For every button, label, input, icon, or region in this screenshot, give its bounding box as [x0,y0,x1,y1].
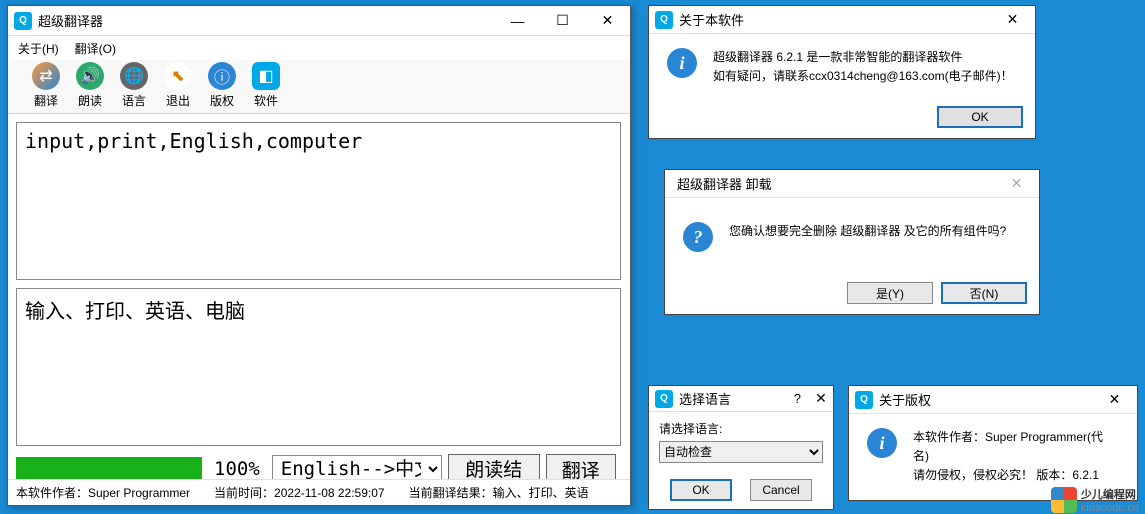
language-btn[interactable]: 🌐 语言 [112,62,156,113]
uninstall-close-button[interactable]: ✕ [994,169,1039,199]
about-app-icon [655,11,673,29]
software-btn[interactable]: ◧ 软件 [244,62,288,113]
software-btn-label: 软件 [254,92,278,109]
about-close-button[interactable]: ✕ [990,5,1035,35]
lang-app-icon [655,390,673,408]
uninstall-dialog: 超级翻译器 卸载 ✕ ? 您确认想要完全删除 超级翻译器 及它的所有组件吗? 是… [664,169,1040,315]
language-btn-label: 语言 [122,92,146,109]
language-select[interactable]: 自动检查 [659,441,823,463]
read-btn[interactable]: 🔊 朗读 [68,62,112,113]
about-dialog: 关于本软件 ✕ i 超级翻译器 6.2.1 是一款非常智能的翻译器软件 如有疑问… [648,5,1036,139]
output-textarea[interactable]: 输入、打印、英语、电脑 [16,288,621,446]
globe-icon: 🌐 [120,62,148,90]
translate-btn-label: 翻译 [34,92,58,109]
about-titlebar[interactable]: 关于本软件 ✕ [649,6,1035,34]
toolbar: ⇄ 翻译 🔊 朗读 🌐 语言 ⬉ 退出 ⓘ 版权 ◧ 软件 [8,60,630,114]
info-icon: i [867,428,897,458]
exit-icon: ⬉ [164,62,192,90]
copyright-line1: 本软件作者：Super Programmer(代名) [913,428,1119,466]
lang-titlebar[interactable]: 选择语言 ? ✕ [649,386,833,412]
lang-close-button[interactable]: ✕ [809,387,833,411]
statusbar: 本软件作者：Super Programmer 当前时间：2022-11-08 2… [8,479,630,505]
copyright-btn[interactable]: ⓘ 版权 [200,62,244,113]
close-button[interactable]: ✕ [585,6,630,36]
language-dialog: 选择语言 ? ✕ 请选择语言: 自动检查 OK Cancel [648,385,834,510]
maximize-button[interactable]: ☐ [540,6,585,36]
info-icon: i [667,48,697,78]
progress-percent: 100% [214,458,260,480]
status-result: 当前翻译结果：输入、打印、英语 [409,484,589,501]
app-icon [14,12,32,30]
menu-help[interactable]: 关于(H) [18,40,59,57]
question-icon: ? [683,222,713,252]
uninstall-title: 超级翻译器 卸载 [671,174,994,193]
translate-btn[interactable]: ⇄ 翻译 [24,62,68,113]
about-title: 关于本软件 [679,10,990,29]
app-title: 超级翻译器 [38,11,495,30]
status-author: 本软件作者：Super Programmer [16,484,190,501]
copyright-app-icon [855,391,873,409]
lang-label: 请选择语言: [659,420,823,437]
read-btn-label: 朗读 [78,92,102,109]
copyright-close-button[interactable]: ✕ [1092,385,1137,415]
copyright-dialog: 关于版权 ✕ i 本软件作者：Super Programmer(代名) 请勿侵权… [848,385,1138,501]
menubar: 关于(H) 翻译(O) [8,36,630,60]
about-line1: 超级翻译器 6.2.1 是一款非常智能的翻译器软件 [713,48,1013,67]
lang-title: 选择语言 [679,389,794,408]
translate-icon: ⇄ [32,62,60,90]
menu-translate[interactable]: 翻译(O) [75,40,116,57]
main-titlebar[interactable]: 超级翻译器 — ☐ ✕ [8,6,630,36]
uninstall-yes-button[interactable]: 是(Y) [847,282,933,304]
lang-cancel-button[interactable]: Cancel [750,479,812,501]
copyright-btn-label: 版权 [210,92,234,109]
input-textarea[interactable]: input,print,English,computer [16,122,621,280]
about-ok-button[interactable]: OK [937,106,1023,128]
copyright-title: 关于版权 [879,390,1092,409]
software-icon: ◧ [252,62,280,90]
copyright-icon: ⓘ [208,62,236,90]
help-icon[interactable]: ? [794,391,801,406]
exit-btn-label: 退出 [166,92,190,109]
lang-ok-button[interactable]: OK [670,479,732,501]
watermark-domain: kidscode.cn [1081,502,1139,514]
minimize-button[interactable]: — [495,6,540,36]
main-window: 超级翻译器 — ☐ ✕ 关于(H) 翻译(O) ⇄ 翻译 🔊 朗读 🌐 语言 ⬉ 退出 ⓘ 版权 ◧… [7,5,631,506]
progress-bar [16,457,202,481]
watermark-brand: 少儿编程网 [1081,486,1139,502]
watermark: 少儿编程网 kidscode.cn [1051,486,1139,514]
uninstall-no-button[interactable]: 否(N) [941,282,1027,304]
uninstall-titlebar[interactable]: 超级翻译器 卸载 ✕ [665,170,1039,198]
about-line2: 如有疑问，请联系ccx0314cheng@163.com(电子邮件)！ [713,67,1013,86]
copyright-titlebar[interactable]: 关于版权 ✕ [849,386,1137,414]
exit-btn[interactable]: ⬉ 退出 [156,62,200,113]
uninstall-message: 您确认想要完全删除 超级翻译器 及它的所有组件吗? [729,222,1006,241]
status-time: 当前时间：2022-11-08 22:59:07 [214,484,385,501]
watermark-logo-icon [1051,487,1077,513]
sound-icon: 🔊 [76,62,104,90]
copyright-line2: 请勿侵权，侵权必究！ 版本：6.2.1 [913,466,1119,485]
